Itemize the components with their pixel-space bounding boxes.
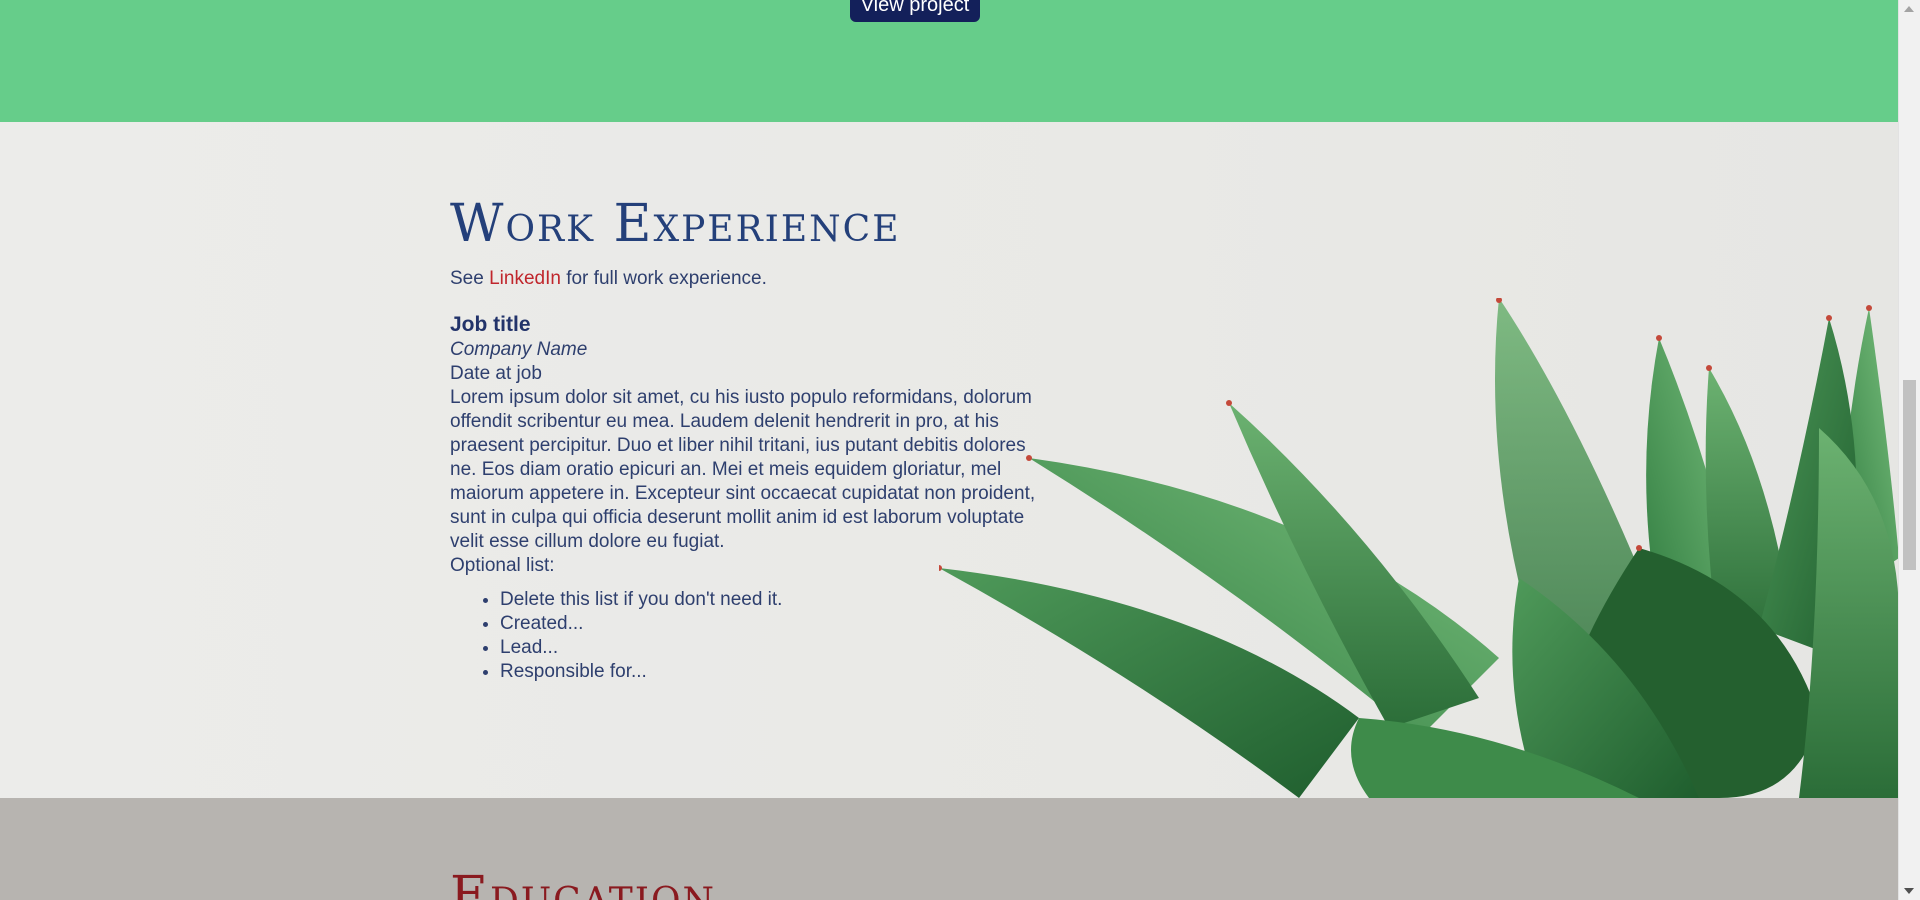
work-experience-title: Work Experience [450, 194, 901, 254]
vertical-scrollbar[interactable] [1898, 0, 1920, 900]
list-item: Created... [500, 612, 1050, 636]
work-experience-section: Work Experience See LinkedIn for full wo… [0, 122, 1899, 798]
job-title: Job title [450, 313, 531, 336]
intro-prefix: See [450, 268, 490, 289]
education-title: Education [450, 866, 716, 900]
education-section: Education [0, 798, 1899, 900]
work-experience-content: Work Experience See LinkedIn for full wo… [450, 192, 1050, 684]
scrollbar-thumb[interactable] [1903, 380, 1916, 570]
content-area: View project Work Experience See LinkedI… [0, 0, 1899, 900]
list-item: Delete this list if you don't need it. [500, 588, 1050, 612]
optional-list-label: Optional list: [450, 555, 555, 576]
job-list: Delete this list if you don't need it. C… [450, 588, 1050, 684]
company-name: Company Name [450, 339, 588, 360]
list-item: Responsible for... [500, 660, 1050, 684]
list-item: Lead... [500, 636, 1050, 660]
scroll-down-arrow-icon[interactable] [1904, 888, 1914, 894]
succulent-plant-image [939, 298, 1899, 798]
page: View project Work Experience See LinkedI… [0, 0, 1920, 900]
projects-section: View project [0, 0, 1899, 122]
view-project-button[interactable]: View project [850, 0, 980, 22]
intro-suffix: for full work experience. [560, 268, 767, 289]
job-date: Date at job [450, 363, 542, 384]
job-description: Lorem ipsum dolor sit amet, cu his iusto… [450, 387, 1036, 552]
work-intro: See LinkedIn for full work experience. [450, 268, 1050, 290]
scroll-up-arrow-icon[interactable] [1904, 6, 1914, 12]
linkedin-link[interactable]: LinkedIn [489, 268, 561, 289]
